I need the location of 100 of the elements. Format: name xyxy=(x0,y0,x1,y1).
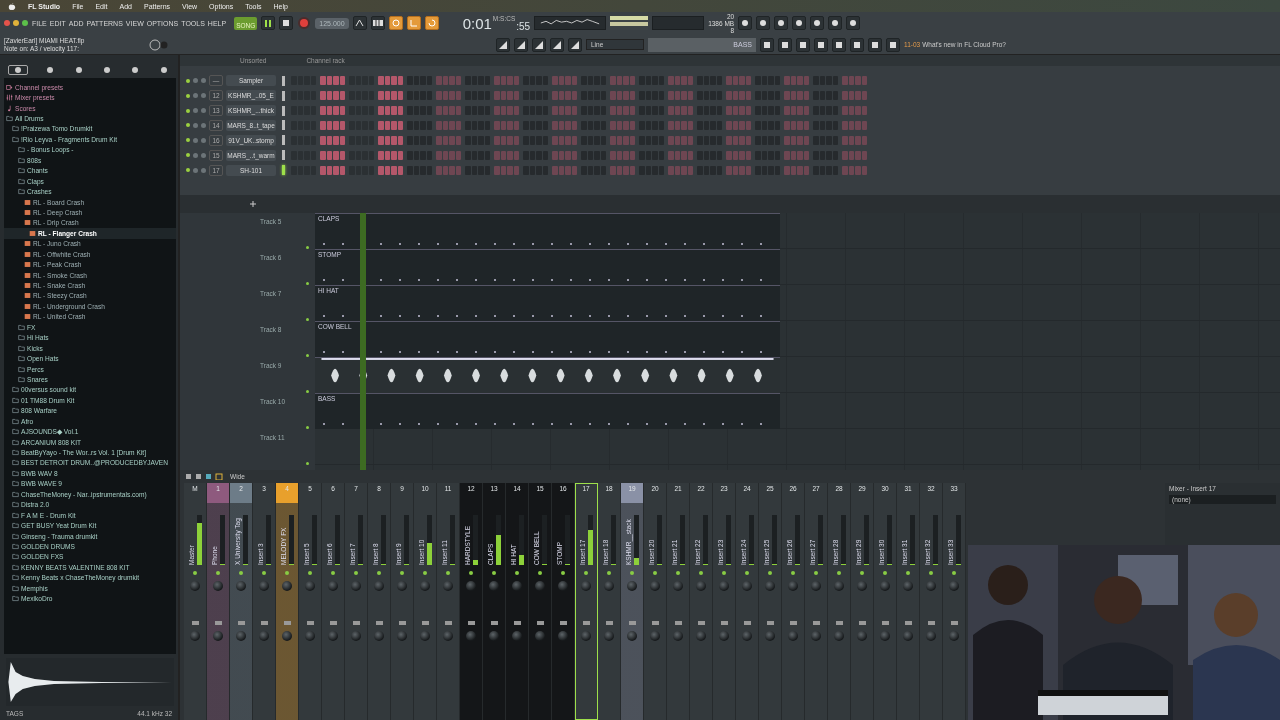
fader-handle[interactable] xyxy=(306,621,314,625)
pan-knob[interactable] xyxy=(193,93,198,99)
fader-handle[interactable] xyxy=(927,621,935,625)
pan-knob[interactable] xyxy=(558,581,568,591)
send-knob[interactable] xyxy=(489,631,499,641)
stop-button[interactable] xyxy=(279,16,294,30)
pan-knob[interactable] xyxy=(282,581,292,591)
pan-knob[interactable] xyxy=(443,581,453,591)
strip-led[interactable] xyxy=(952,571,956,575)
volume-knob[interactable] xyxy=(201,78,206,84)
pan-knob[interactable] xyxy=(351,581,361,591)
toolbar-button[interactable] xyxy=(756,16,771,30)
fader-handle[interactable] xyxy=(950,621,958,625)
pan-knob[interactable] xyxy=(305,581,315,591)
fader-handle[interactable] xyxy=(697,621,705,625)
strip-led[interactable] xyxy=(308,571,312,575)
send-knob[interactable] xyxy=(374,631,384,641)
fader-handle[interactable] xyxy=(513,621,521,625)
send-knob[interactable] xyxy=(788,631,798,641)
fader-handle[interactable] xyxy=(835,621,843,625)
channel-select-indicator[interactable] xyxy=(282,90,285,101)
channel-select-indicator[interactable] xyxy=(282,150,285,161)
strip-led[interactable] xyxy=(837,571,841,575)
strip-led[interactable] xyxy=(515,571,519,575)
send-knob[interactable] xyxy=(811,631,821,641)
minimize-icon[interactable] xyxy=(13,20,19,26)
pan-knob[interactable] xyxy=(604,581,614,591)
pan-knob[interactable] xyxy=(535,581,545,591)
volume-knob[interactable] xyxy=(201,93,206,99)
loop-button[interactable] xyxy=(424,16,439,30)
strip-led[interactable] xyxy=(607,571,611,575)
send-knob[interactable] xyxy=(466,631,476,641)
channel-select-indicator[interactable] xyxy=(282,75,285,86)
pan-knob[interactable] xyxy=(650,581,660,591)
send-knob[interactable] xyxy=(190,631,200,641)
pan-knob[interactable] xyxy=(673,581,683,591)
pan-knob[interactable] xyxy=(811,581,821,591)
pan-knob[interactable] xyxy=(236,581,246,591)
pan-knob[interactable] xyxy=(581,581,591,591)
apple-icon[interactable] xyxy=(8,1,16,11)
strip-led[interactable] xyxy=(860,571,864,575)
send-knob[interactable] xyxy=(673,631,683,641)
strip-led[interactable] xyxy=(561,571,565,575)
send-knob[interactable] xyxy=(535,631,545,641)
mixer-tools-icon[interactable] xyxy=(186,473,226,480)
strip-led[interactable] xyxy=(492,571,496,575)
fader-handle[interactable] xyxy=(858,621,866,625)
fader-handle[interactable] xyxy=(536,621,544,625)
fader-handle[interactable] xyxy=(329,621,337,625)
audio-clip[interactable] xyxy=(315,357,780,393)
strip-led[interactable] xyxy=(745,571,749,575)
volume-knob[interactable] xyxy=(201,137,206,143)
send-knob[interactable] xyxy=(397,631,407,641)
toolbar-button[interactable] xyxy=(810,16,825,30)
toolbar-button[interactable] xyxy=(760,37,774,52)
pan-knob[interactable] xyxy=(193,137,198,143)
pan-knob[interactable] xyxy=(193,122,198,128)
send-knob[interactable] xyxy=(351,631,361,641)
pan-knob[interactable] xyxy=(397,581,407,591)
send-knob[interactable] xyxy=(857,631,867,641)
pan-knob[interactable] xyxy=(213,581,223,591)
strip-led[interactable] xyxy=(193,571,197,575)
channel-select-indicator[interactable] xyxy=(282,105,285,116)
volume-knob[interactable] xyxy=(201,167,206,173)
channel-select-indicator[interactable] xyxy=(282,165,285,176)
strip-led[interactable] xyxy=(354,571,358,575)
strip-led[interactable] xyxy=(906,571,910,575)
mute-led[interactable] xyxy=(186,168,190,173)
strip-led[interactable] xyxy=(630,571,634,575)
send-knob[interactable] xyxy=(512,631,522,641)
send-knob[interactable] xyxy=(765,631,775,641)
fader-handle[interactable] xyxy=(237,621,245,625)
pan-knob[interactable] xyxy=(328,581,338,591)
strip-led[interactable] xyxy=(285,571,289,575)
send-knob[interactable] xyxy=(328,631,338,641)
strip-led[interactable] xyxy=(768,571,772,575)
strip-led[interactable] xyxy=(377,571,381,575)
toolbar-button[interactable] xyxy=(738,16,753,30)
send-knob[interactable] xyxy=(719,631,729,641)
send-knob[interactable] xyxy=(834,631,844,641)
toolbar-button[interactable] xyxy=(514,37,528,52)
fader-handle[interactable] xyxy=(766,621,774,625)
fader-handle[interactable] xyxy=(398,621,406,625)
fader-handle[interactable] xyxy=(444,621,452,625)
toolbar-button[interactable] xyxy=(868,37,882,52)
fader-handle[interactable] xyxy=(467,621,475,625)
strip-led[interactable] xyxy=(722,571,726,575)
pan-knob[interactable] xyxy=(696,581,706,591)
fader-handle[interactable] xyxy=(283,621,291,625)
fader-handle[interactable] xyxy=(651,621,659,625)
fader-handle[interactable] xyxy=(559,621,567,625)
send-knob[interactable] xyxy=(236,631,246,641)
send-knob[interactable] xyxy=(650,631,660,641)
fader-handle[interactable] xyxy=(904,621,912,625)
send-knob[interactable] xyxy=(213,631,223,641)
strip-led[interactable] xyxy=(676,571,680,575)
fader-handle[interactable] xyxy=(582,621,590,625)
mute-led[interactable] xyxy=(186,138,190,143)
pan-knob[interactable] xyxy=(193,167,198,173)
pan-knob[interactable] xyxy=(193,78,198,84)
